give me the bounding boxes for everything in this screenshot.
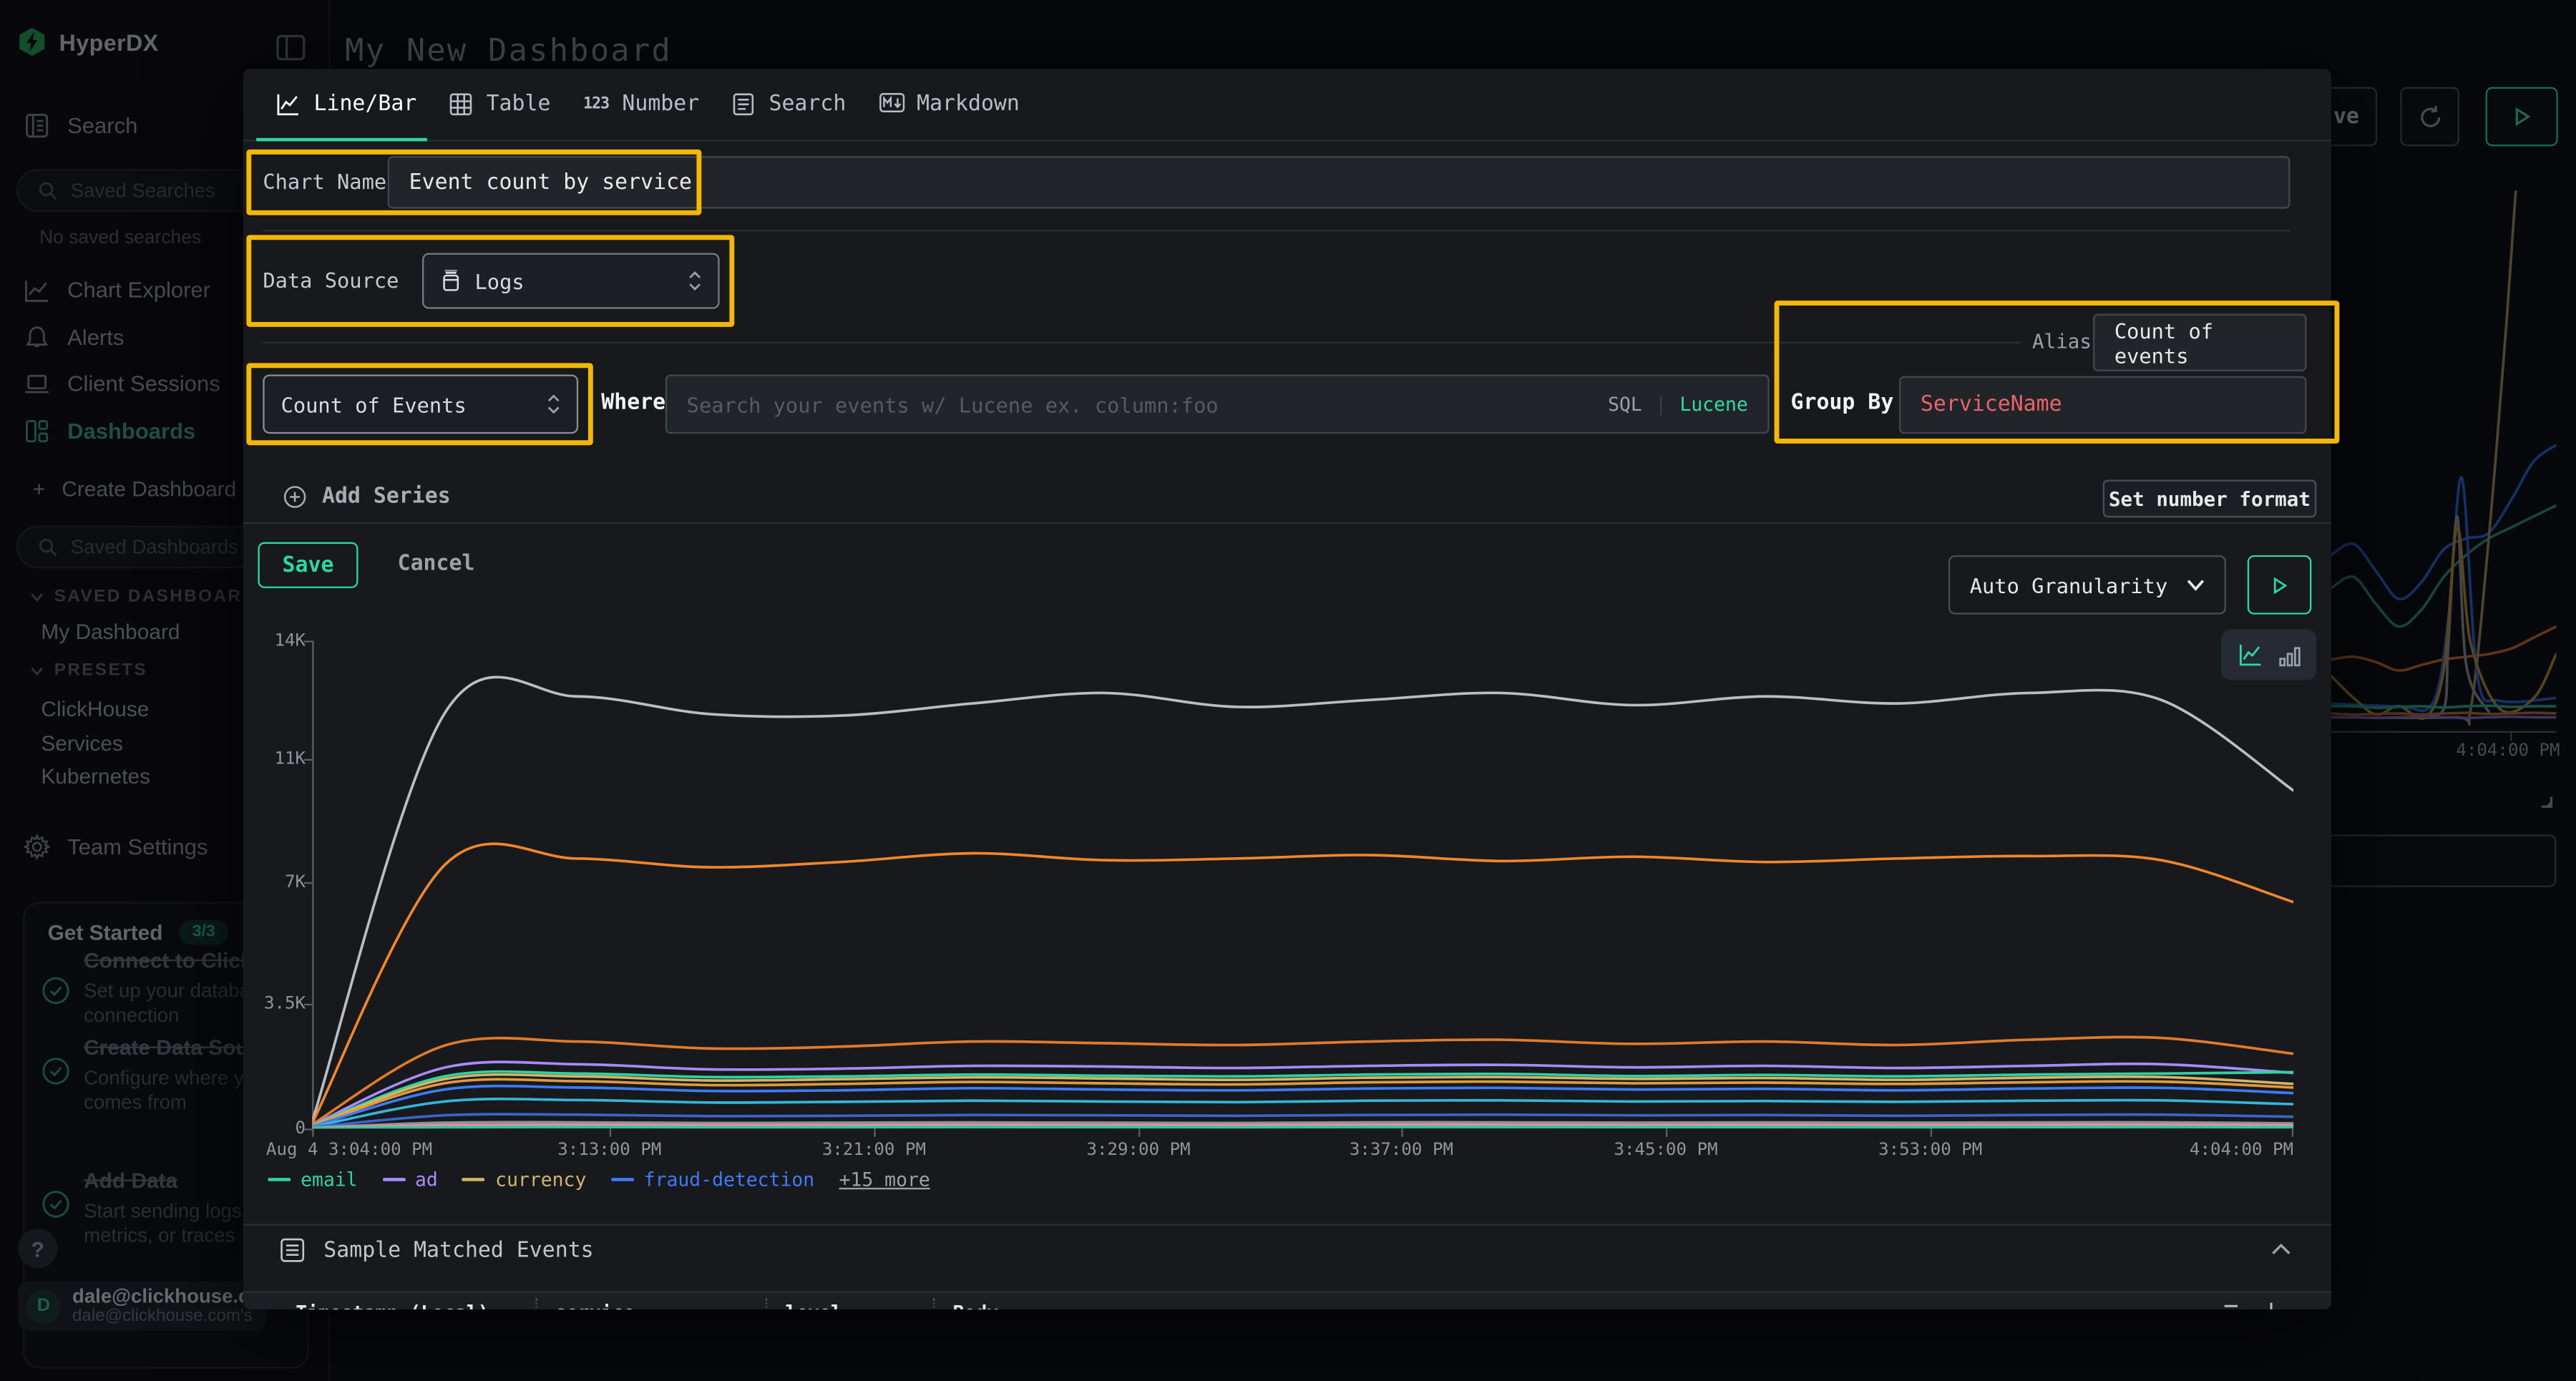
- column-header-timestamp[interactable]: Timestamp (Local): [296, 1301, 489, 1309]
- chart-legend: email ad currency fraud-detection +15 mo…: [268, 1168, 930, 1191]
- legend-more-link[interactable]: +15 more: [839, 1168, 930, 1191]
- table-grid-icon: [449, 92, 473, 117]
- column-header-level[interactable]: level: [785, 1301, 841, 1309]
- alias-label: Alias: [2032, 330, 2092, 353]
- x-tick-label: 4:04:00 PM: [2190, 1140, 2293, 1160]
- number-123-icon: 123: [583, 95, 609, 113]
- legend-item-ad[interactable]: ad: [382, 1168, 438, 1191]
- row-divider: [263, 230, 2290, 231]
- x-tick-label: 3:45:00 PM: [1614, 1140, 1717, 1160]
- group-by-label: Group By: [1791, 374, 1894, 434]
- save-button[interactable]: Save: [258, 542, 358, 588]
- aggregation-select[interactable]: Count of Events: [263, 374, 578, 434]
- line-chart-icon: [276, 92, 301, 117]
- where-placeholder: Search your events w/ Lucene ex. column:…: [687, 392, 1219, 416]
- group-by-value: ServiceName: [1921, 393, 2062, 417]
- x-tick-label: Aug 4 3:04:00 PM: [266, 1140, 432, 1160]
- chart-name-label: Chart Name: [263, 156, 386, 208]
- y-tick-label: 7K: [250, 872, 306, 892]
- legend-swatch: [382, 1178, 405, 1181]
- active-tab-underline: [256, 138, 427, 142]
- aggregation-value: Count of Events: [281, 392, 467, 416]
- legend-item-fraud-detection[interactable]: fraud-detection: [611, 1168, 814, 1191]
- group-by-input[interactable]: ServiceName: [1899, 376, 2306, 434]
- alias-input[interactable]: Count of events: [2093, 314, 2306, 371]
- chart-name-value: Event count by service: [409, 170, 692, 195]
- section-divider: [243, 1224, 2331, 1225]
- legend-swatch: [268, 1178, 291, 1181]
- granularity-select[interactable]: Auto Granularity: [1948, 555, 2226, 615]
- x-tick-label: 3:21:00 PM: [822, 1140, 926, 1160]
- cancel-button[interactable]: Cancel: [398, 542, 475, 588]
- data-source-value: Logs: [475, 268, 525, 293]
- y-tick-label: 14K: [250, 631, 306, 651]
- tab-markdown[interactable]: Markdown: [879, 92, 1020, 117]
- plus-circle-icon: [283, 484, 307, 509]
- lucene-mode-toggle[interactable]: Lucene: [1679, 393, 1747, 416]
- y-tick-label: 3.5K: [250, 994, 306, 1014]
- tab-number[interactable]: 123 Number: [583, 92, 699, 117]
- database-icon: [440, 270, 462, 293]
- legend-item-email[interactable]: email: [268, 1168, 357, 1191]
- x-tick-label: 3:37:00 PM: [1350, 1140, 1453, 1160]
- download-icon[interactable]: [2260, 1301, 2282, 1309]
- screen: HyperDX Search Saved Searches No saved s…: [0, 0, 2576, 1381]
- main-chart[interactable]: [312, 640, 2293, 1128]
- column-header-service[interactable]: service: [555, 1301, 635, 1309]
- sort-icon[interactable]: [2223, 1301, 2245, 1309]
- markdown-icon: [879, 92, 903, 117]
- select-updown-icon: [547, 394, 560, 414]
- column-header-body[interactable]: Body: [953, 1301, 999, 1309]
- list-icon: [279, 1237, 306, 1264]
- tab-line-bar[interactable]: Line/Bar: [276, 92, 417, 117]
- chevron-up-icon[interactable]: [2270, 1242, 2292, 1257]
- chevron-down-icon: [2187, 578, 2205, 591]
- where-search-input[interactable]: Search your events w/ Lucene ex. column:…: [665, 374, 1770, 434]
- x-tick-label: 3:53:00 PM: [1878, 1140, 1982, 1160]
- tabs-divider: [243, 140, 2331, 141]
- sample-events-header[interactable]: Sample Matched Events: [279, 1237, 593, 1264]
- select-updown-icon: [688, 271, 701, 291]
- events-table-header: Timestamp (Local) service level Body: [243, 1292, 2331, 1309]
- row-divider-alias-connector: [263, 342, 2021, 343]
- alias-value: Count of events: [2114, 318, 2285, 367]
- y-tick-label: 11K: [250, 749, 306, 769]
- chart-name-input[interactable]: Event count by service: [388, 156, 2290, 208]
- x-tick-label: 3:29:00 PM: [1086, 1140, 1190, 1160]
- where-label: Where: [601, 374, 665, 434]
- x-tick-label: 3:13:00 PM: [557, 1140, 661, 1160]
- data-source-select[interactable]: Logs: [422, 253, 720, 309]
- search-doc-icon: [731, 92, 756, 117]
- row-divider: [243, 522, 2331, 524]
- legend-swatch: [462, 1178, 485, 1181]
- run-query-button[interactable]: [2248, 555, 2312, 615]
- tab-table[interactable]: Table: [449, 92, 551, 117]
- legend-item-currency[interactable]: currency: [462, 1168, 586, 1191]
- sql-mode-toggle[interactable]: SQL: [1608, 393, 1642, 416]
- tab-search[interactable]: Search: [731, 92, 847, 117]
- legend-swatch: [611, 1178, 634, 1181]
- edit-chart-modal: Line/Bar Table 123 Number Search Markdow…: [243, 69, 2331, 1309]
- data-source-label: Data Source: [263, 253, 399, 309]
- y-tick-label: 0: [250, 1119, 306, 1139]
- add-series-button[interactable]: Add Series: [283, 484, 451, 509]
- set-number-format-button[interactable]: Set number format: [2103, 479, 2316, 517]
